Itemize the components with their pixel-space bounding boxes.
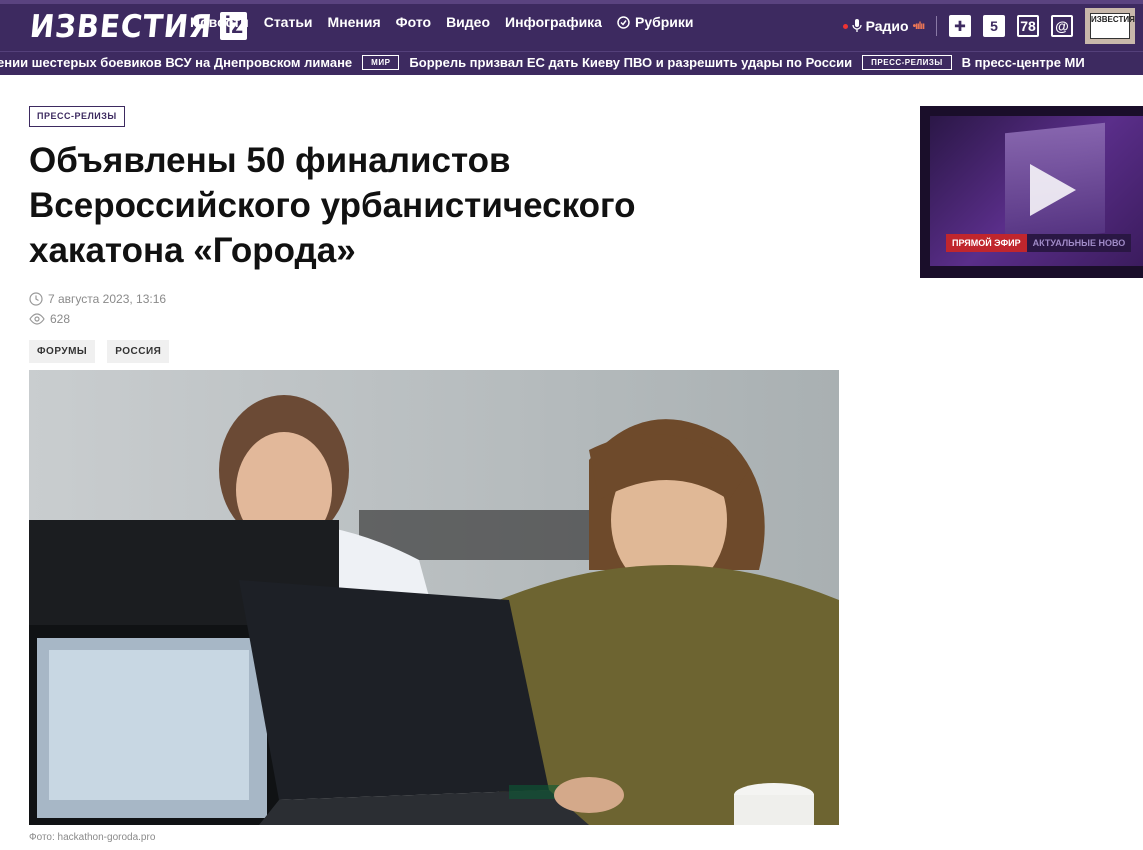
article-date: 7 августа 2023, 13:16 <box>48 292 167 306</box>
article-tags: ФОРУМЫ РОССИЯ <box>29 340 170 363</box>
rubrics-icon <box>617 15 630 29</box>
news-ticker: ении шестерых боевиков ВСУ на Днепровско… <box>0 51 1143 75</box>
clock-icon <box>29 292 43 306</box>
channel-logo-icon[interactable]: ✚ <box>949 15 971 37</box>
section-badge[interactable]: ПРЕСС-РЕЛИЗЫ <box>29 106 125 127</box>
photo-caption: Фото: hackathon-goroda.pro <box>29 832 156 843</box>
eye-icon <box>29 313 45 325</box>
radio-label: Радио <box>865 18 909 34</box>
microphone-icon <box>851 19 862 32</box>
live-label: ПРЯМОЙ ЭФИР <box>946 234 1027 252</box>
nav-item-opinions[interactable]: Мнения <box>328 14 381 30</box>
equalizer-icon: •ıılıı <box>912 20 925 32</box>
video-screen[interactable]: ПРЯМОЙ ЭФИР АКТУАЛЬНЫЕ НОВО <box>930 116 1143 266</box>
article-title: Объявлены 50 финалистов Всероссийского у… <box>29 141 636 270</box>
rubrics-label: Рубрики <box>634 14 694 30</box>
channel-spiral-icon[interactable]: @ <box>1051 15 1073 37</box>
top-strip <box>0 0 1143 4</box>
article-photo-illustration <box>29 370 839 825</box>
nav-item-infographics[interactable]: Инфографика <box>505 14 602 30</box>
ticker-item[interactable]: ении шестерых боевиков ВСУ на Днепровско… <box>0 55 352 70</box>
ticker-tag[interactable]: МИР <box>362 55 400 70</box>
nav-item-articles[interactable]: Статьи <box>264 14 313 30</box>
nav-item-rubrics[interactable]: Рубрики <box>617 14 694 30</box>
izvestia-newspaper-label: ИЗВЕСТИЯ <box>1090 13 1135 39</box>
nav-item-news[interactable]: Новости <box>190 14 249 30</box>
radio-button[interactable]: Радио •ıılıı <box>842 18 925 34</box>
divider <box>936 16 937 36</box>
radio-dot-icon <box>842 23 848 29</box>
ticker-tag[interactable]: ПРЕСС-РЕЛИЗЫ <box>862 55 952 70</box>
news-label: АКТУАЛЬНЫЕ НОВО <box>1026 234 1132 252</box>
view-count: 628 <box>50 312 71 326</box>
top-navigation-bar: ИЗВЕСТИЯ iz Новости Статьи Мнения Фото В… <box>0 0 1143 51</box>
ticker-item[interactable]: В пресс-центре МИ <box>962 55 1085 70</box>
article-photo <box>29 370 839 825</box>
tag-russia[interactable]: РОССИЯ <box>107 340 170 363</box>
nav-item-video[interactable]: Видео <box>446 14 490 30</box>
channel-5-icon[interactable]: 5 <box>983 15 1005 37</box>
tag-forums[interactable]: ФОРУМЫ <box>29 340 96 363</box>
article-meta: 7 августа 2023, 13:16 628 <box>29 289 166 329</box>
play-icon[interactable] <box>1030 164 1076 216</box>
nav-item-photo[interactable]: Фото <box>396 14 431 30</box>
video-labels: ПРЯМОЙ ЭФИР АКТУАЛЬНЫЕ НОВО <box>946 234 1132 252</box>
live-video-player[interactable]: ПРЯМОЙ ЭФИР АКТУАЛЬНЫЕ НОВО <box>920 106 1143 278</box>
ticker-item[interactable]: Боррель призвал ЕС дать Киеву ПВО и разр… <box>409 55 852 70</box>
main-nav: Новости Статьи Мнения Фото Видео Инфогра… <box>190 14 694 30</box>
channel-78-icon[interactable]: 78 <box>1017 15 1039 37</box>
header-right-controls: Радио •ıılıı ✚ 5 78 @ ИЗВЕСТИЯ <box>842 8 1135 44</box>
izvestia-newspaper-icon[interactable]: ИЗВЕСТИЯ <box>1085 8 1135 44</box>
logo-word: ИЗВЕСТИЯ <box>28 7 215 45</box>
